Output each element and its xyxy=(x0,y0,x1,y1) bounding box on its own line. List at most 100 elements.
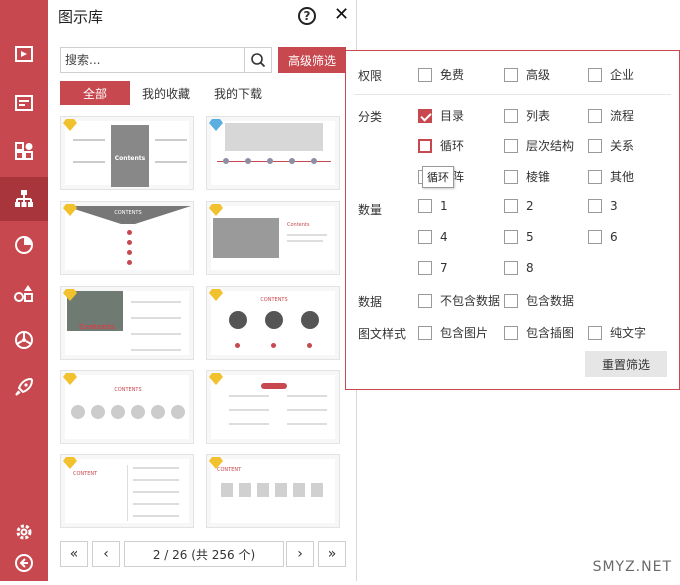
checkbox[interactable] xyxy=(418,67,432,82)
filter-option-free[interactable]: 免费 xyxy=(418,66,464,83)
next-page-button[interactable]: › xyxy=(286,541,314,567)
category-label: 分类 xyxy=(358,110,383,124)
checkbox[interactable] xyxy=(504,169,518,184)
checkbox[interactable] xyxy=(588,325,602,340)
diagram-thumbnail[interactable]: CONTENT xyxy=(206,454,340,528)
premium-blue-icon xyxy=(209,119,223,131)
rocket-icon[interactable] xyxy=(0,365,48,409)
close-icon[interactable]: ✕ xyxy=(334,5,349,25)
premium-gold-icon xyxy=(209,289,223,301)
last-page-button[interactable]: » xyxy=(318,541,346,567)
filter-option-relation[interactable]: 关系 xyxy=(588,137,634,154)
filter-option-cycle[interactable]: 循环 xyxy=(418,137,464,154)
advanced-filter-button[interactable]: 高级筛选 xyxy=(278,47,346,73)
checkbox[interactable] xyxy=(418,199,432,213)
pie-chart-icon[interactable] xyxy=(0,223,48,267)
checkbox[interactable] xyxy=(504,293,518,308)
filter-option-count-2[interactable]: 2 xyxy=(504,199,534,213)
tab-all[interactable]: 全部 xyxy=(60,81,130,105)
filter-option-premium[interactable]: 高级 xyxy=(504,66,550,83)
checkbox[interactable] xyxy=(588,230,602,244)
diagram-thumbnail[interactable]: CONTENT xyxy=(60,454,194,528)
checkbox[interactable] xyxy=(418,293,432,308)
panel-title: 图示库 xyxy=(58,8,104,26)
diagram-thumbnail[interactable]: Contents xyxy=(60,286,194,360)
filter-option-list[interactable]: 列表 xyxy=(504,107,550,124)
thumbnail-title: CONTENTS xyxy=(114,210,142,216)
diagram-thumbnail[interactable] xyxy=(206,116,340,190)
checkbox[interactable] xyxy=(418,325,432,340)
premium-gold-icon xyxy=(209,204,223,216)
diagram-thumbnail[interactable]: CONTENTS xyxy=(60,370,194,444)
text-layout-icon[interactable] xyxy=(0,81,48,125)
shapes-icon[interactable] xyxy=(0,271,48,315)
filter-option-process[interactable]: 流程 xyxy=(588,107,634,124)
checkbox[interactable] xyxy=(504,108,518,123)
thumbnail-title: Contents xyxy=(114,155,146,162)
thumbnail-title: CONTENT xyxy=(73,471,98,477)
filter-option-with-data[interactable]: 包含数据 xyxy=(504,292,574,309)
first-page-button[interactable]: « xyxy=(60,541,88,567)
filter-option-count-5[interactable]: 5 xyxy=(504,230,534,244)
premium-gold-icon xyxy=(63,373,77,385)
diagram-thumbnail[interactable]: CONTENTS xyxy=(60,201,194,275)
diagram-thumbnail[interactable]: CONTENTS xyxy=(206,286,340,360)
search-input[interactable] xyxy=(61,48,245,72)
checkbox[interactable] xyxy=(418,261,432,275)
filter-option-other[interactable]: 其他 xyxy=(588,168,634,185)
premium-gold-icon xyxy=(209,457,223,469)
grid-shapes-icon[interactable] xyxy=(0,129,48,173)
filter-option-hierarchy[interactable]: 层次结构 xyxy=(504,137,574,154)
checkbox[interactable] xyxy=(588,67,602,82)
checkbox[interactable] xyxy=(418,230,432,244)
thumbnail-title: Contents xyxy=(79,323,115,331)
divider xyxy=(354,94,671,95)
search-icon[interactable] xyxy=(244,48,271,72)
filter-option-count-4[interactable]: 4 xyxy=(418,230,448,244)
premium-gold-icon xyxy=(63,119,77,131)
checkbox[interactable] xyxy=(588,169,602,184)
hierarchy-diagram-icon[interactable] xyxy=(0,177,48,221)
collapse-back-icon[interactable] xyxy=(0,541,48,585)
filter-option-with-illustration[interactable]: 包含插图 xyxy=(504,324,574,341)
checkbox[interactable] xyxy=(504,138,518,153)
filter-option-no-data[interactable]: 不包含数据 xyxy=(418,292,500,309)
thumbnail-title: Contents xyxy=(287,222,310,228)
filter-option-count-6[interactable]: 6 xyxy=(588,230,618,244)
prev-page-button[interactable]: ‹ xyxy=(92,541,120,567)
help-icon[interactable]: ? xyxy=(298,7,316,25)
checkbox[interactable] xyxy=(504,199,518,213)
search-box xyxy=(60,47,272,73)
filter-option-pyramid[interactable]: 棱锥 xyxy=(504,168,550,185)
filter-option-count-1[interactable]: 1 xyxy=(418,199,448,213)
tab-downloads[interactable]: 我的下载 xyxy=(208,81,268,105)
filter-option-enterprise[interactable]: 企业 xyxy=(588,66,634,83)
checkbox[interactable] xyxy=(504,325,518,340)
diagram-thumbnail[interactable] xyxy=(206,370,340,444)
checkbox[interactable] xyxy=(504,261,518,275)
thumbnail-title: CONTENTS xyxy=(114,387,142,393)
advanced-filter-popup: 权限 免费 高级 企业 分类 目录 列表 流程 循环 层次结构 关系 矩阵 棱锥… xyxy=(345,50,680,390)
filter-option-count-3[interactable]: 3 xyxy=(588,199,618,213)
permission-label: 权限 xyxy=(358,69,383,83)
filter-option-with-image[interactable]: 包含图片 xyxy=(418,324,488,341)
tab-favorites[interactable]: 我的收藏 xyxy=(136,81,196,105)
slide-play-icon[interactable] xyxy=(0,33,48,77)
left-rail xyxy=(0,0,48,581)
filter-option-text-only[interactable]: 纯文字 xyxy=(588,324,646,341)
checkbox[interactable] xyxy=(588,199,602,213)
diagram-thumbnail[interactable]: Contents xyxy=(206,201,340,275)
diagram-thumbnail[interactable]: Contents xyxy=(60,116,194,190)
checkbox-checked[interactable] xyxy=(418,108,432,123)
filter-option-count-7[interactable]: 7 xyxy=(418,261,448,275)
checkbox[interactable] xyxy=(588,108,602,123)
wheel-icon[interactable] xyxy=(0,318,48,362)
reset-filter-button[interactable]: 重置筛选 xyxy=(585,351,667,377)
filter-option-toc[interactable]: 目录 xyxy=(418,107,464,124)
checkbox[interactable] xyxy=(588,138,602,153)
checkbox[interactable] xyxy=(418,138,432,153)
checkbox[interactable] xyxy=(504,230,518,244)
filter-option-count-8[interactable]: 8 xyxy=(504,261,534,275)
checkbox[interactable] xyxy=(504,67,518,82)
data-label: 数据 xyxy=(358,295,383,309)
